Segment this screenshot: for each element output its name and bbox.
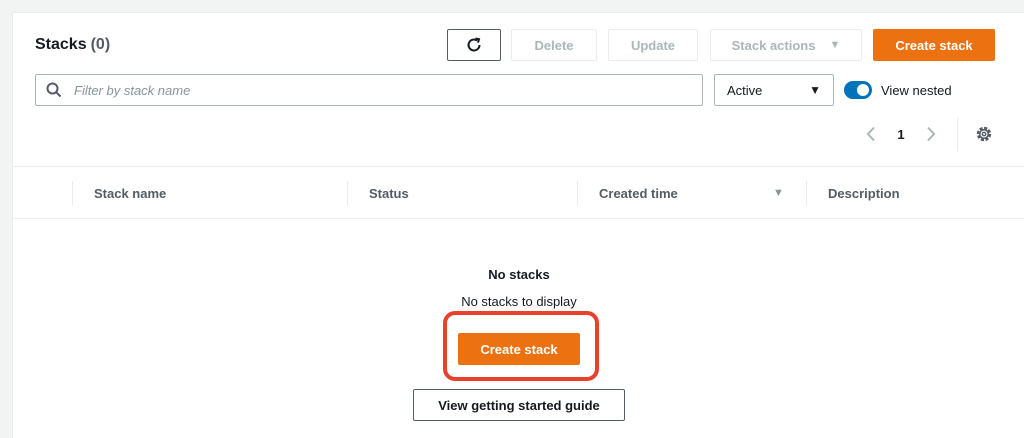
- create-stack-empty-button[interactable]: Create stack: [458, 333, 580, 365]
- chevron-left-icon[interactable]: [861, 126, 881, 142]
- view-nested-toggle-group: View nested: [844, 81, 952, 99]
- stacks-header: Stacks (0) Delete Update Stack actions ▼ …: [13, 13, 1024, 167]
- column-separator: [347, 181, 348, 205]
- stack-actions-label: Stack actions: [731, 37, 816, 53]
- column-header-status[interactable]: Status: [369, 167, 409, 219]
- update-button[interactable]: Update: [608, 29, 698, 61]
- delete-button[interactable]: Delete: [511, 29, 597, 61]
- page-number[interactable]: 1: [881, 127, 921, 142]
- refresh-icon: [467, 37, 481, 52]
- stacks-panel: Stacks (0) Delete Update Stack actions ▼ …: [12, 12, 1024, 438]
- column-separator: [72, 181, 73, 205]
- page-title-text: Stacks: [35, 36, 87, 53]
- table-header: Stack name Status Created time ▼ Descrip…: [13, 167, 1024, 219]
- status-filter-select[interactable]: Active ▼: [714, 74, 834, 106]
- stack-count: (0): [90, 36, 111, 53]
- search-icon: [36, 82, 72, 98]
- pagination-divider: [957, 117, 958, 151]
- pagination: 1: [861, 123, 941, 145]
- column-header-stack-name[interactable]: Stack name: [94, 167, 166, 219]
- toggle-knob: [857, 84, 869, 96]
- column-header-description[interactable]: Description: [828, 167, 900, 219]
- getting-started-guide-button[interactable]: View getting started guide: [413, 389, 625, 421]
- create-stack-button[interactable]: Create stack: [873, 29, 995, 61]
- view-nested-label: View nested: [881, 82, 952, 98]
- sort-caret-down-icon[interactable]: ▼: [773, 167, 784, 219]
- caret-down-icon: ▼: [809, 83, 821, 97]
- empty-state-subtitle: No stacks to display: [461, 294, 577, 309]
- search-field[interactable]: [35, 74, 703, 106]
- column-header-created-time[interactable]: Created time: [599, 167, 678, 219]
- empty-state-title: No stacks: [488, 267, 550, 282]
- empty-state: No stacks No stacks to display Create st…: [13, 219, 1024, 429]
- view-nested-toggle[interactable]: [844, 81, 872, 99]
- status-filter-value: Active: [727, 82, 763, 98]
- page-title: Stacks (0): [35, 36, 110, 54]
- gear-icon[interactable]: [975, 125, 993, 148]
- refresh-button[interactable]: [447, 29, 501, 61]
- chevron-right-icon[interactable]: [921, 126, 941, 142]
- column-separator: [806, 181, 807, 205]
- column-separator: [577, 181, 578, 205]
- search-input[interactable]: [72, 76, 702, 104]
- caret-down-icon: ▼: [829, 39, 841, 51]
- stack-actions-button[interactable]: Stack actions ▼: [710, 29, 862, 61]
